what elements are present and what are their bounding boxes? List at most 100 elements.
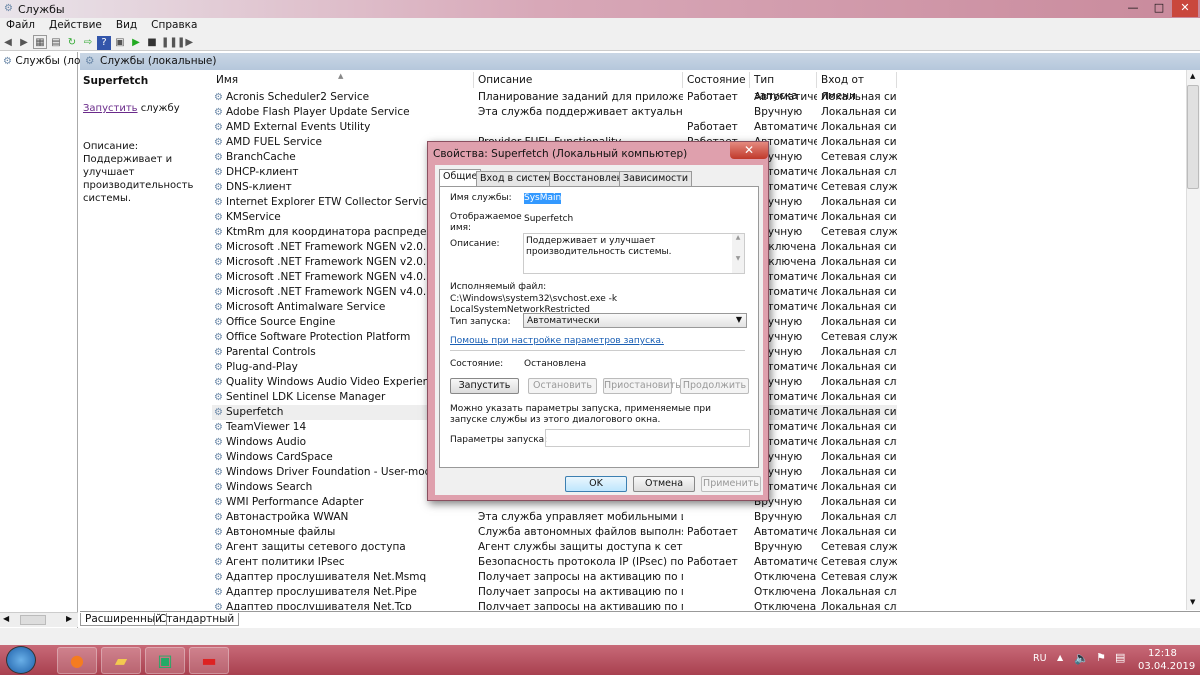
close-button[interactable]: ✕ [1172, 0, 1198, 17]
language-indicator[interactable]: RU [1033, 653, 1047, 664]
service-logon: Локальная сис... [821, 526, 897, 538]
chevron-down-icon: ▼ [735, 315, 742, 324]
help-icon[interactable]: ? [97, 36, 111, 50]
service-logon: Сетевая служба [821, 226, 897, 238]
service-logon: Локальная сис... [821, 316, 897, 328]
table-row[interactable]: ⚙ Адаптер прослушивателя Net.Tcp Получает … [212, 600, 897, 610]
service-logon: Локальная слу... [821, 376, 897, 388]
menu-help[interactable]: Справка [151, 18, 197, 33]
start-service-link[interactable]: Запустить [83, 103, 138, 114]
table-row[interactable]: ⚙ Acronis Scheduler2 Service Планирование … [212, 90, 897, 105]
column-header-name[interactable]: Имя ▲ [212, 72, 474, 88]
menu-view[interactable]: Вид [116, 18, 137, 33]
title-bar: ⚙ Службы — □ ✕ [0, 0, 1200, 18]
menu-action[interactable]: Действие [49, 18, 102, 33]
stop-button[interactable]: Остановить [528, 378, 597, 394]
service-name: Агент политики IPsec [226, 556, 345, 568]
table-row[interactable]: ⚙ Адаптер прослушивателя Net.Pipe Получает… [212, 585, 897, 600]
service-logon: Локальная сис... [821, 271, 897, 283]
service-startup-type: Отключена [754, 601, 817, 610]
service-gear-icon: ⚙ [214, 512, 223, 523]
maximize-button[interactable]: □ [1146, 0, 1172, 17]
services-taskbar-button[interactable]: ▬ [189, 647, 229, 674]
pause-button[interactable]: Приостановить [603, 378, 681, 394]
clock-time[interactable]: 12:18 [1148, 648, 1177, 659]
column-header-logon[interactable]: Вход от имени [817, 72, 897, 102]
table-row[interactable]: ⚙ Adobe Flash Player Update Service Эта сл… [212, 105, 897, 120]
cancel-button[interactable]: Отмена [633, 476, 695, 492]
service-name: Acronis Scheduler2 Service [226, 91, 370, 103]
table-row[interactable]: ⚙ Агент защиты сетевого доступа Агент служ… [212, 540, 897, 555]
table-row[interactable]: ⚙ Агент политики IPsec Безопасность проток… [212, 555, 897, 570]
service-gear-icon: ⚙ [214, 587, 223, 598]
minimize-button[interactable]: — [1120, 0, 1146, 17]
detail-service-name: Superfetch [83, 75, 149, 87]
scrollbar-thumb[interactable] [1187, 85, 1199, 189]
play-icon[interactable]: ▶ [129, 36, 143, 50]
volume-icon[interactable]: 🔈 [1074, 651, 1089, 665]
service-description: Получает запросы на активацию по проток.… [478, 571, 683, 583]
service-logon: Локальная сис... [821, 91, 897, 103]
pause-icon[interactable]: ❚❚ [161, 36, 178, 50]
table-row[interactable]: ⚙ Автономные файлы Служба автономных файло… [212, 525, 897, 540]
refresh-icon[interactable]: ↻ [65, 36, 79, 50]
column-header-description[interactable]: Описание [474, 72, 683, 88]
service-name: Агент защиты сетевого доступа [226, 541, 406, 553]
forward-icon[interactable]: ▶ [17, 36, 31, 50]
services-icon: ⚙ [85, 55, 95, 67]
service-gear-icon: ⚙ [214, 347, 223, 358]
dialog-close-button[interactable]: ✕ [730, 142, 768, 159]
tree-horizontal-scrollbar[interactable]: ◀ ▶ [0, 612, 78, 627]
service-description: Планирование заданий для приложений Ac..… [478, 91, 683, 103]
computer-taskbar-button[interactable]: ▣ [145, 647, 185, 674]
service-logon: Локальная слу... [821, 586, 897, 598]
service-logon: Локальная сис... [821, 106, 897, 118]
view-icon[interactable]: ▣ [113, 36, 127, 50]
menu-file[interactable]: Файл [6, 18, 35, 33]
apply-button[interactable]: Применить [701, 476, 761, 492]
service-logon: Локальная сис... [821, 421, 897, 433]
resume-button[interactable]: Продолжить [680, 378, 749, 394]
start-button[interactable]: Запустить [450, 378, 519, 394]
column-header-status[interactable]: Состояние [683, 72, 750, 88]
detail-desc: Поддерживает и улучшает производительнос… [83, 154, 194, 204]
service-logon: Локальная сис... [821, 406, 897, 418]
executable-label: Исполняемый файл: [450, 282, 547, 292]
service-gear-icon: ⚙ [214, 182, 223, 193]
export-icon[interactable]: ⇨ [81, 36, 95, 50]
startup-help-link[interactable]: Помощь при настройке параметров запуска. [450, 336, 664, 347]
start-button[interactable] [6, 646, 36, 674]
startup-type-select[interactable]: Автоматически ▼ [523, 313, 747, 328]
service-logon: Локальная сис... [821, 301, 897, 313]
table-row[interactable]: ⚙ Автонастройка WWAN Эта служба управляет … [212, 510, 897, 525]
tab-general[interactable]: Общие [439, 169, 482, 187]
clock-date[interactable]: 03.04.2019 [1138, 661, 1195, 672]
service-name-value[interactable]: SysMain [524, 193, 562, 204]
console-tree-icon[interactable]: ▦ [33, 35, 47, 49]
firefox-taskbar-button[interactable]: ● [57, 647, 97, 674]
table-row[interactable]: ⚙ Адаптер прослушивателя Net.Msmq Получает… [212, 570, 897, 585]
service-status: Работает [687, 121, 738, 133]
params-input[interactable] [545, 429, 750, 447]
stop-icon[interactable]: ■ [145, 36, 159, 50]
description-scrollbar[interactable]: ▲ ▼ [732, 234, 744, 273]
params-label: Параметры запуска: [450, 435, 548, 445]
restart-icon[interactable]: ❚▶ [177, 36, 193, 50]
tab-dependencies[interactable]: Зависимости [619, 171, 692, 186]
service-gear-icon: ⚙ [214, 392, 223, 403]
explorer-taskbar-button[interactable]: ▰ [101, 647, 141, 674]
pane-title: Службы (локальные) [100, 55, 217, 67]
ok-button[interactable]: OK [565, 476, 627, 492]
description-box[interactable]: Поддерживает и улучшает производительнос… [523, 233, 745, 274]
service-name: Адаптер прослушивателя Net.Msmq [226, 571, 427, 583]
table-row[interactable]: ⚙ AMD External Events Utility Работает Авто… [212, 120, 897, 135]
detail-pane: Superfetch Запустить службу Описание: Под… [80, 70, 210, 610]
tab-standard[interactable]: Стандартный [154, 613, 240, 626]
startup-type-value: Автоматически [527, 316, 600, 326]
network-icon[interactable]: ▤ [1115, 651, 1125, 664]
action-center-icon[interactable]: ⚑ [1096, 651, 1106, 664]
properties-icon[interactable]: ▤ [49, 36, 63, 50]
show-hidden-icons[interactable]: ▲ [1057, 653, 1063, 662]
column-header-startup-type[interactable]: Тип запуска [750, 72, 817, 102]
back-icon[interactable]: ◀ [1, 36, 15, 50]
